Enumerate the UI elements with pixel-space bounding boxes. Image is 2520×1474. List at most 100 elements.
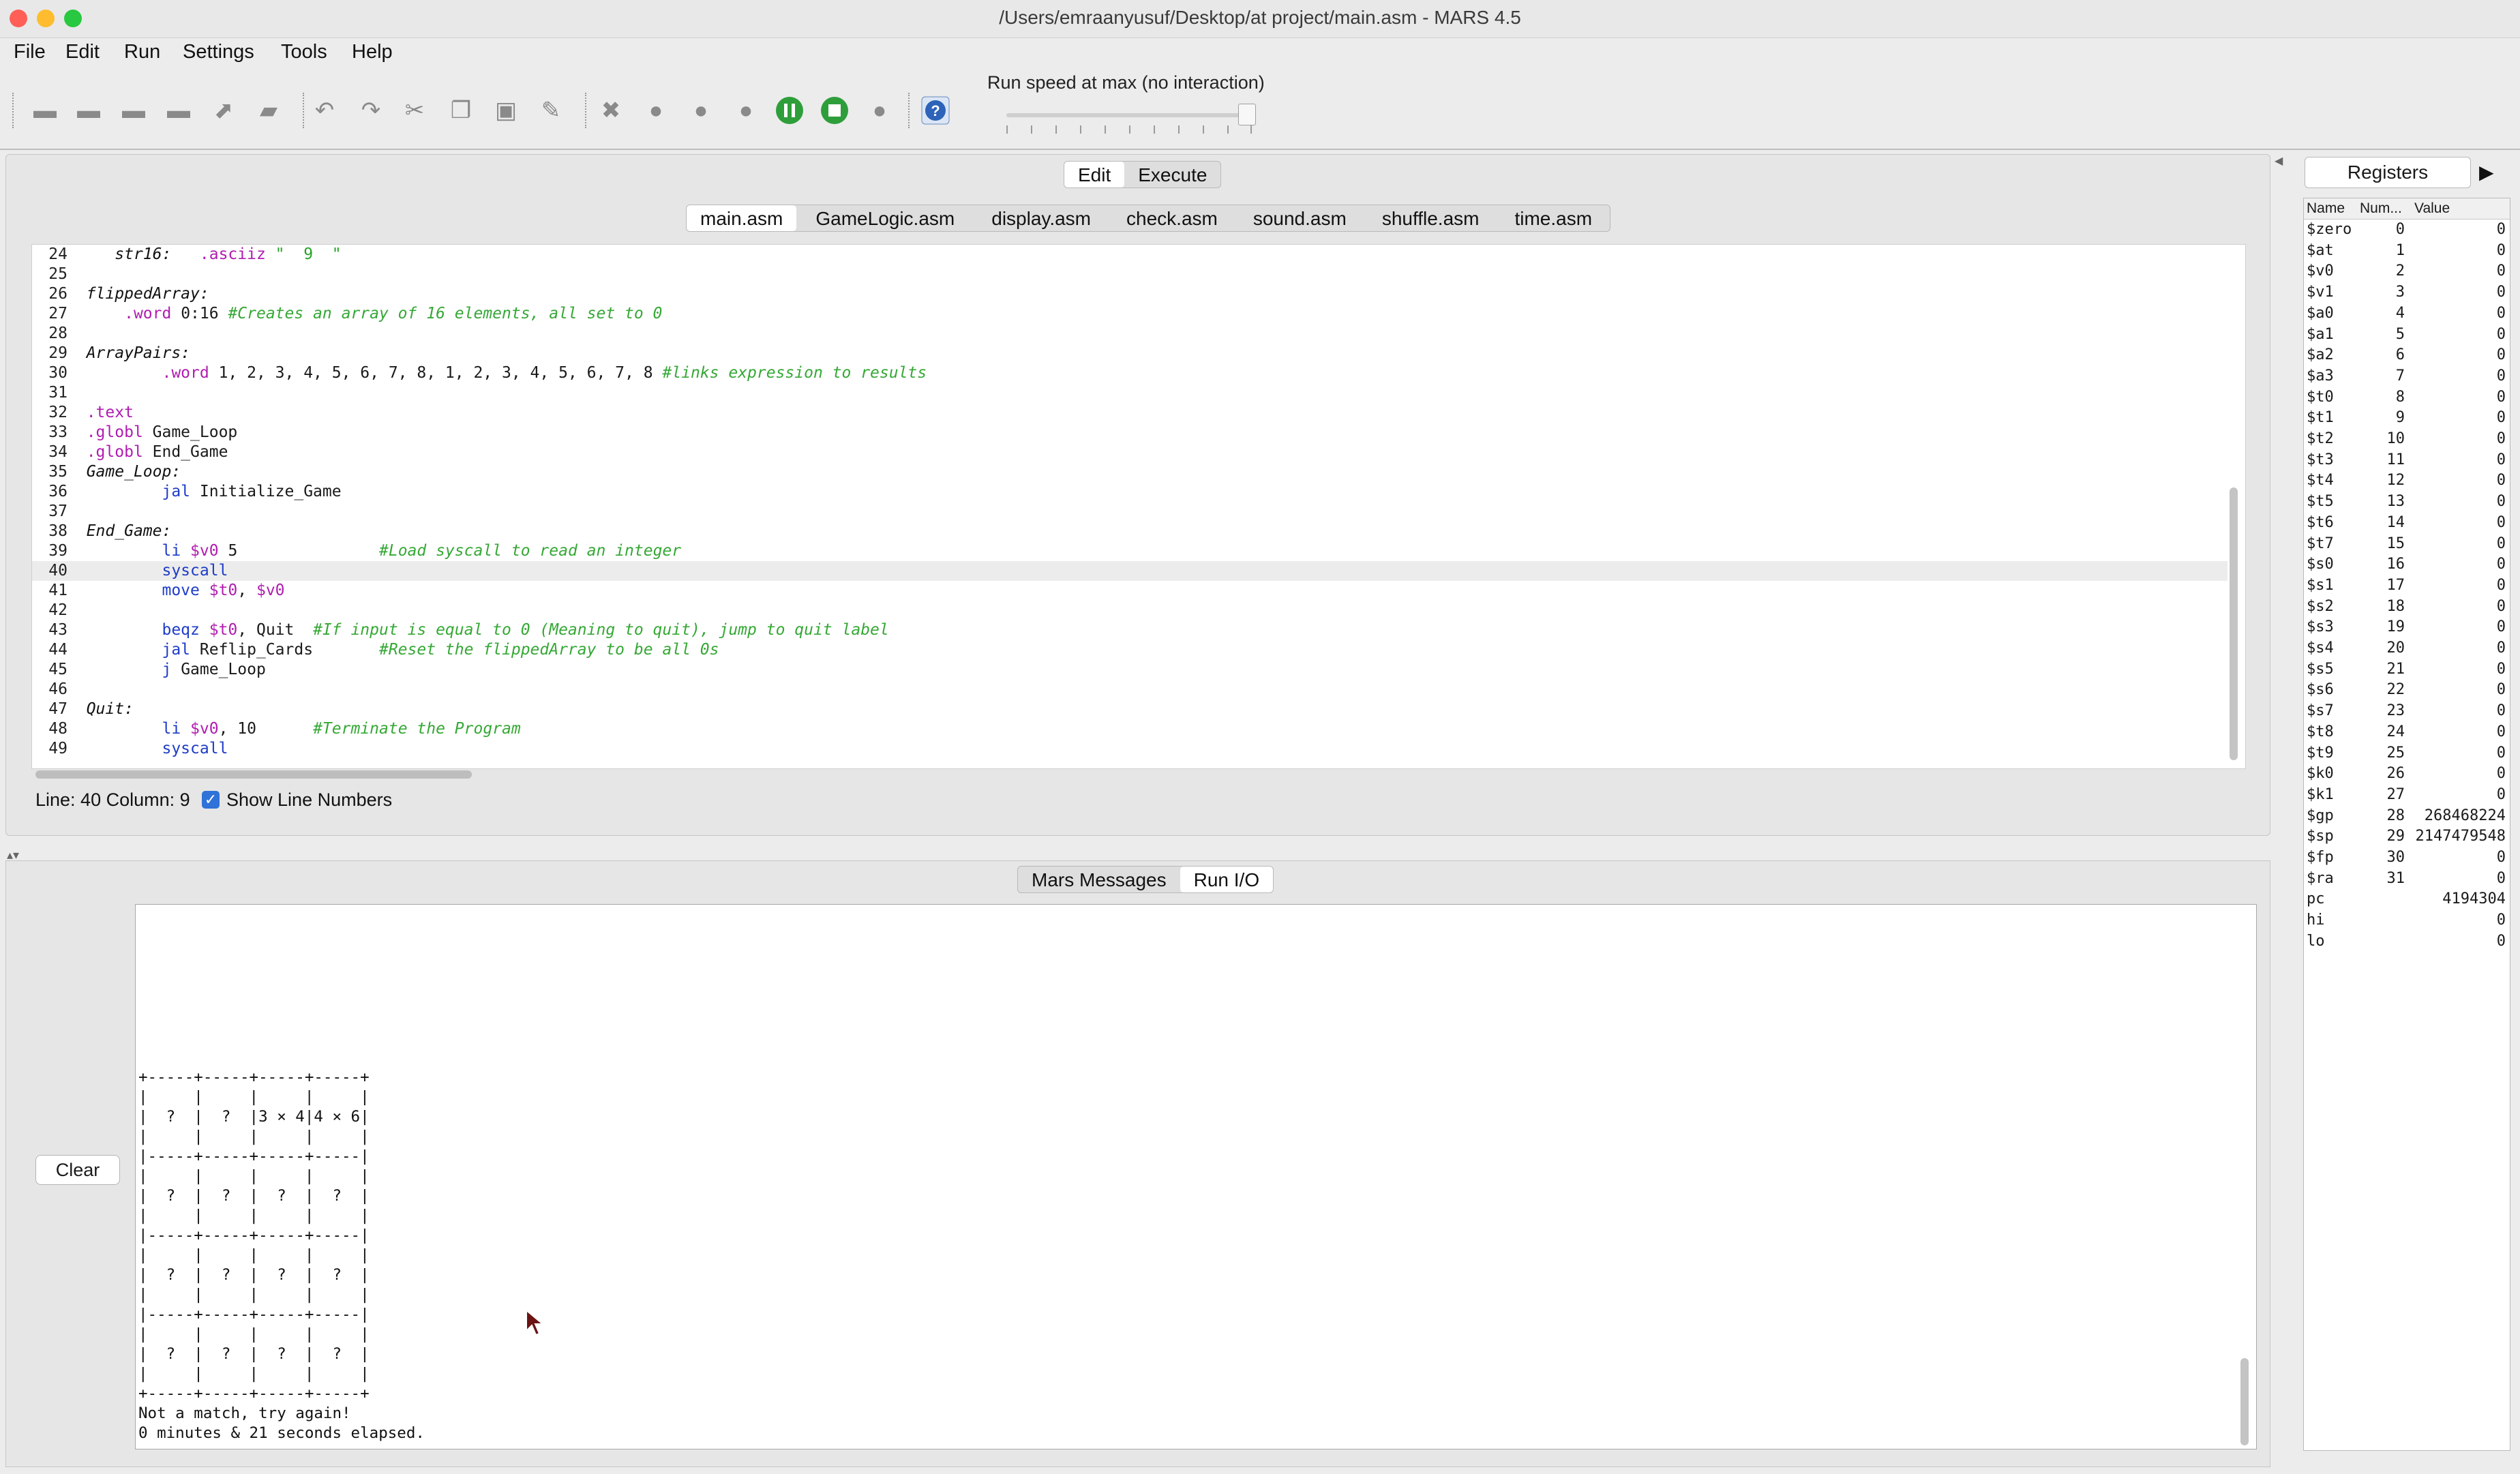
code-editor[interactable]: 24 str16: .asciiz " 9 " 25 26 flippedArra… <box>31 244 2246 769</box>
register-row[interactable]: $t2 10 0 <box>2304 429 2510 450</box>
run-icon[interactable]: ● <box>640 94 672 127</box>
print-icon[interactable]: ▰ <box>252 94 285 127</box>
register-row[interactable]: $ra 31 0 <box>2304 869 2510 890</box>
register-row[interactable]: $k0 26 0 <box>2304 764 2510 785</box>
tab-mars-messages[interactable]: Mars Messages <box>1018 867 1180 892</box>
code-line[interactable]: 28 <box>32 324 2228 344</box>
register-row[interactable]: $a3 7 0 <box>2304 366 2510 387</box>
tab-execute[interactable]: Execute <box>1124 162 1220 187</box>
register-row[interactable]: $t1 9 0 <box>2304 408 2510 429</box>
menu-tools[interactable]: Tools <box>281 41 327 63</box>
pause-icon[interactable] <box>773 94 806 127</box>
paste-icon[interactable]: ▣ <box>490 94 522 127</box>
stop-icon[interactable] <box>818 94 851 127</box>
code-line[interactable]: 29 ArrayPairs: <box>32 344 2228 363</box>
register-row[interactable]: $s6 22 0 <box>2304 680 2510 701</box>
register-row[interactable]: $t5 13 0 <box>2304 492 2510 513</box>
tab-gamelogic-asm[interactable]: GameLogic.asm <box>796 205 974 231</box>
code-line[interactable]: 47 Quit: <box>32 700 2228 719</box>
code-line[interactable]: 41 move $t0, $v0 <box>32 581 2228 601</box>
code-line[interactable]: 33 .globl Game_Loop <box>32 423 2228 442</box>
assemble-icon[interactable]: ✖ <box>595 94 627 127</box>
code-line[interactable]: 30 .word 1, 2, 3, 4, 5, 6, 7, 8, 1, 2, 3… <box>32 363 2228 383</box>
menu-settings[interactable]: Settings <box>183 41 254 63</box>
register-row[interactable]: $t3 11 0 <box>2304 450 2510 471</box>
find-replace-icon[interactable]: ✎ <box>535 94 567 127</box>
open-file-icon[interactable]: ▬ <box>72 94 105 127</box>
code-line[interactable]: 46 <box>32 680 2228 700</box>
tab-shuffle-asm[interactable]: shuffle.asm <box>1364 205 1497 231</box>
register-row[interactable]: $s0 16 0 <box>2304 554 2510 575</box>
tab-main-asm[interactable]: main.asm <box>687 205 797 231</box>
register-row[interactable]: $v1 3 0 <box>2304 282 2510 303</box>
register-row[interactable]: $s7 23 0 <box>2304 701 2510 722</box>
redo-icon[interactable]: ↷ <box>355 94 387 127</box>
column-value[interactable]: Value <box>2414 200 2450 217</box>
tab-sound-asm[interactable]: sound.asm <box>1235 205 1364 231</box>
code-line[interactable]: 36 jal Initialize_Game <box>32 482 2228 502</box>
register-row[interactable]: $s3 19 0 <box>2304 617 2510 638</box>
tab-run-io[interactable]: Run I/O <box>1180 867 1274 892</box>
register-row[interactable]: hi 0 <box>2304 910 2510 931</box>
step-icon[interactable]: ● <box>685 94 717 127</box>
help-icon[interactable]: ? <box>919 94 952 127</box>
tab-display-asm[interactable]: display.asm <box>974 205 1109 231</box>
register-row[interactable]: $t6 14 0 <box>2304 513 2510 534</box>
code-line[interactable]: 38 End_Game: <box>32 522 2228 541</box>
code-line[interactable]: 37 <box>32 502 2228 522</box>
code-line[interactable]: 26 flippedArray: <box>32 284 2228 304</box>
code-line[interactable]: 48 li $v0, 10 #Terminate the Program <box>32 719 2228 739</box>
code-line[interactable]: 43 beqz $t0, Quit #If input is equal to … <box>32 620 2228 640</box>
code-line[interactable]: 35 Game_Loop: <box>32 462 2228 482</box>
register-row[interactable]: $a1 5 0 <box>2304 325 2510 346</box>
code-line[interactable]: 45 j Game_Loop <box>32 660 2228 680</box>
register-row[interactable]: $s1 17 0 <box>2304 575 2510 597</box>
register-row[interactable]: $a2 6 0 <box>2304 345 2510 366</box>
run-io-console[interactable]: +-----+-----+-----+-----+ | | | | | | ? … <box>135 904 2257 1449</box>
menu-file[interactable]: File <box>14 41 46 63</box>
column-name[interactable]: Name <box>2307 200 2345 217</box>
code-line[interactable]: 31 <box>32 383 2228 403</box>
dump-memory-icon[interactable]: ⬈ <box>207 94 240 127</box>
register-row[interactable]: $t0 8 0 <box>2304 387 2510 408</box>
column-number[interactable]: Num... <box>2360 200 2402 217</box>
register-row[interactable]: $v0 2 0 <box>2304 261 2510 282</box>
code-line[interactable]: 44 jal Reflip_Cards #Reset the flippedAr… <box>32 640 2228 660</box>
register-row[interactable]: $t7 15 0 <box>2304 534 2510 555</box>
code-line[interactable]: 40 syscall <box>32 561 2228 581</box>
panel-collapse-icon[interactable]: ◀ <box>2275 154 2283 168</box>
console-vertical-scrollbar[interactable] <box>2240 1358 2249 1445</box>
register-row[interactable]: $gp 28 268468224 <box>2304 806 2510 827</box>
register-row[interactable]: $t4 12 0 <box>2304 470 2510 492</box>
code-line[interactable]: 34 .globl End_Game <box>32 442 2228 462</box>
more-tabs-icon[interactable]: ▶ <box>2479 161 2494 183</box>
run-speed-slider[interactable] <box>1006 113 1252 117</box>
code-line[interactable]: 27 .word 0:16 #Creates an array of 16 el… <box>32 304 2228 324</box>
register-row[interactable]: $t8 24 0 <box>2304 722 2510 743</box>
register-row[interactable]: $k1 27 0 <box>2304 785 2510 806</box>
cut-icon[interactable]: ✂ <box>398 94 431 127</box>
new-file-icon[interactable]: ▬ <box>29 94 61 127</box>
menu-edit[interactable]: Edit <box>65 41 100 63</box>
code-line[interactable]: 24 str16: .asciiz " 9 " <box>32 245 2228 265</box>
copy-icon[interactable]: ❐ <box>445 94 477 127</box>
code-line[interactable]: 42 <box>32 601 2228 620</box>
register-row[interactable]: $s2 18 0 <box>2304 597 2510 618</box>
register-row[interactable]: $t9 25 0 <box>2304 743 2510 764</box>
register-row[interactable]: $s4 20 0 <box>2304 638 2510 659</box>
undo-icon[interactable]: ↶ <box>308 94 341 127</box>
code-line[interactable]: 32 .text <box>32 403 2228 423</box>
clear-button[interactable]: Clear <box>35 1155 120 1185</box>
register-row[interactable]: lo 0 <box>2304 931 2510 952</box>
register-row[interactable]: $sp 29 2147479548 <box>2304 826 2510 847</box>
tab-check-asm[interactable]: check.asm <box>1109 205 1235 231</box>
show-line-numbers-checkbox[interactable]: ✓ <box>202 791 220 809</box>
code-line[interactable]: 25 <box>32 265 2228 284</box>
register-row[interactable]: $a0 4 0 <box>2304 303 2510 325</box>
register-row[interactable]: $at 1 0 <box>2304 241 2510 262</box>
register-row[interactable]: $fp 30 0 <box>2304 847 2510 869</box>
register-row[interactable]: pc 4194304 <box>2304 889 2510 910</box>
reset-icon[interactable]: ● <box>863 94 896 127</box>
run-speed-slider-thumb[interactable] <box>1238 104 1256 125</box>
register-row[interactable]: $zero 0 0 <box>2304 220 2510 241</box>
